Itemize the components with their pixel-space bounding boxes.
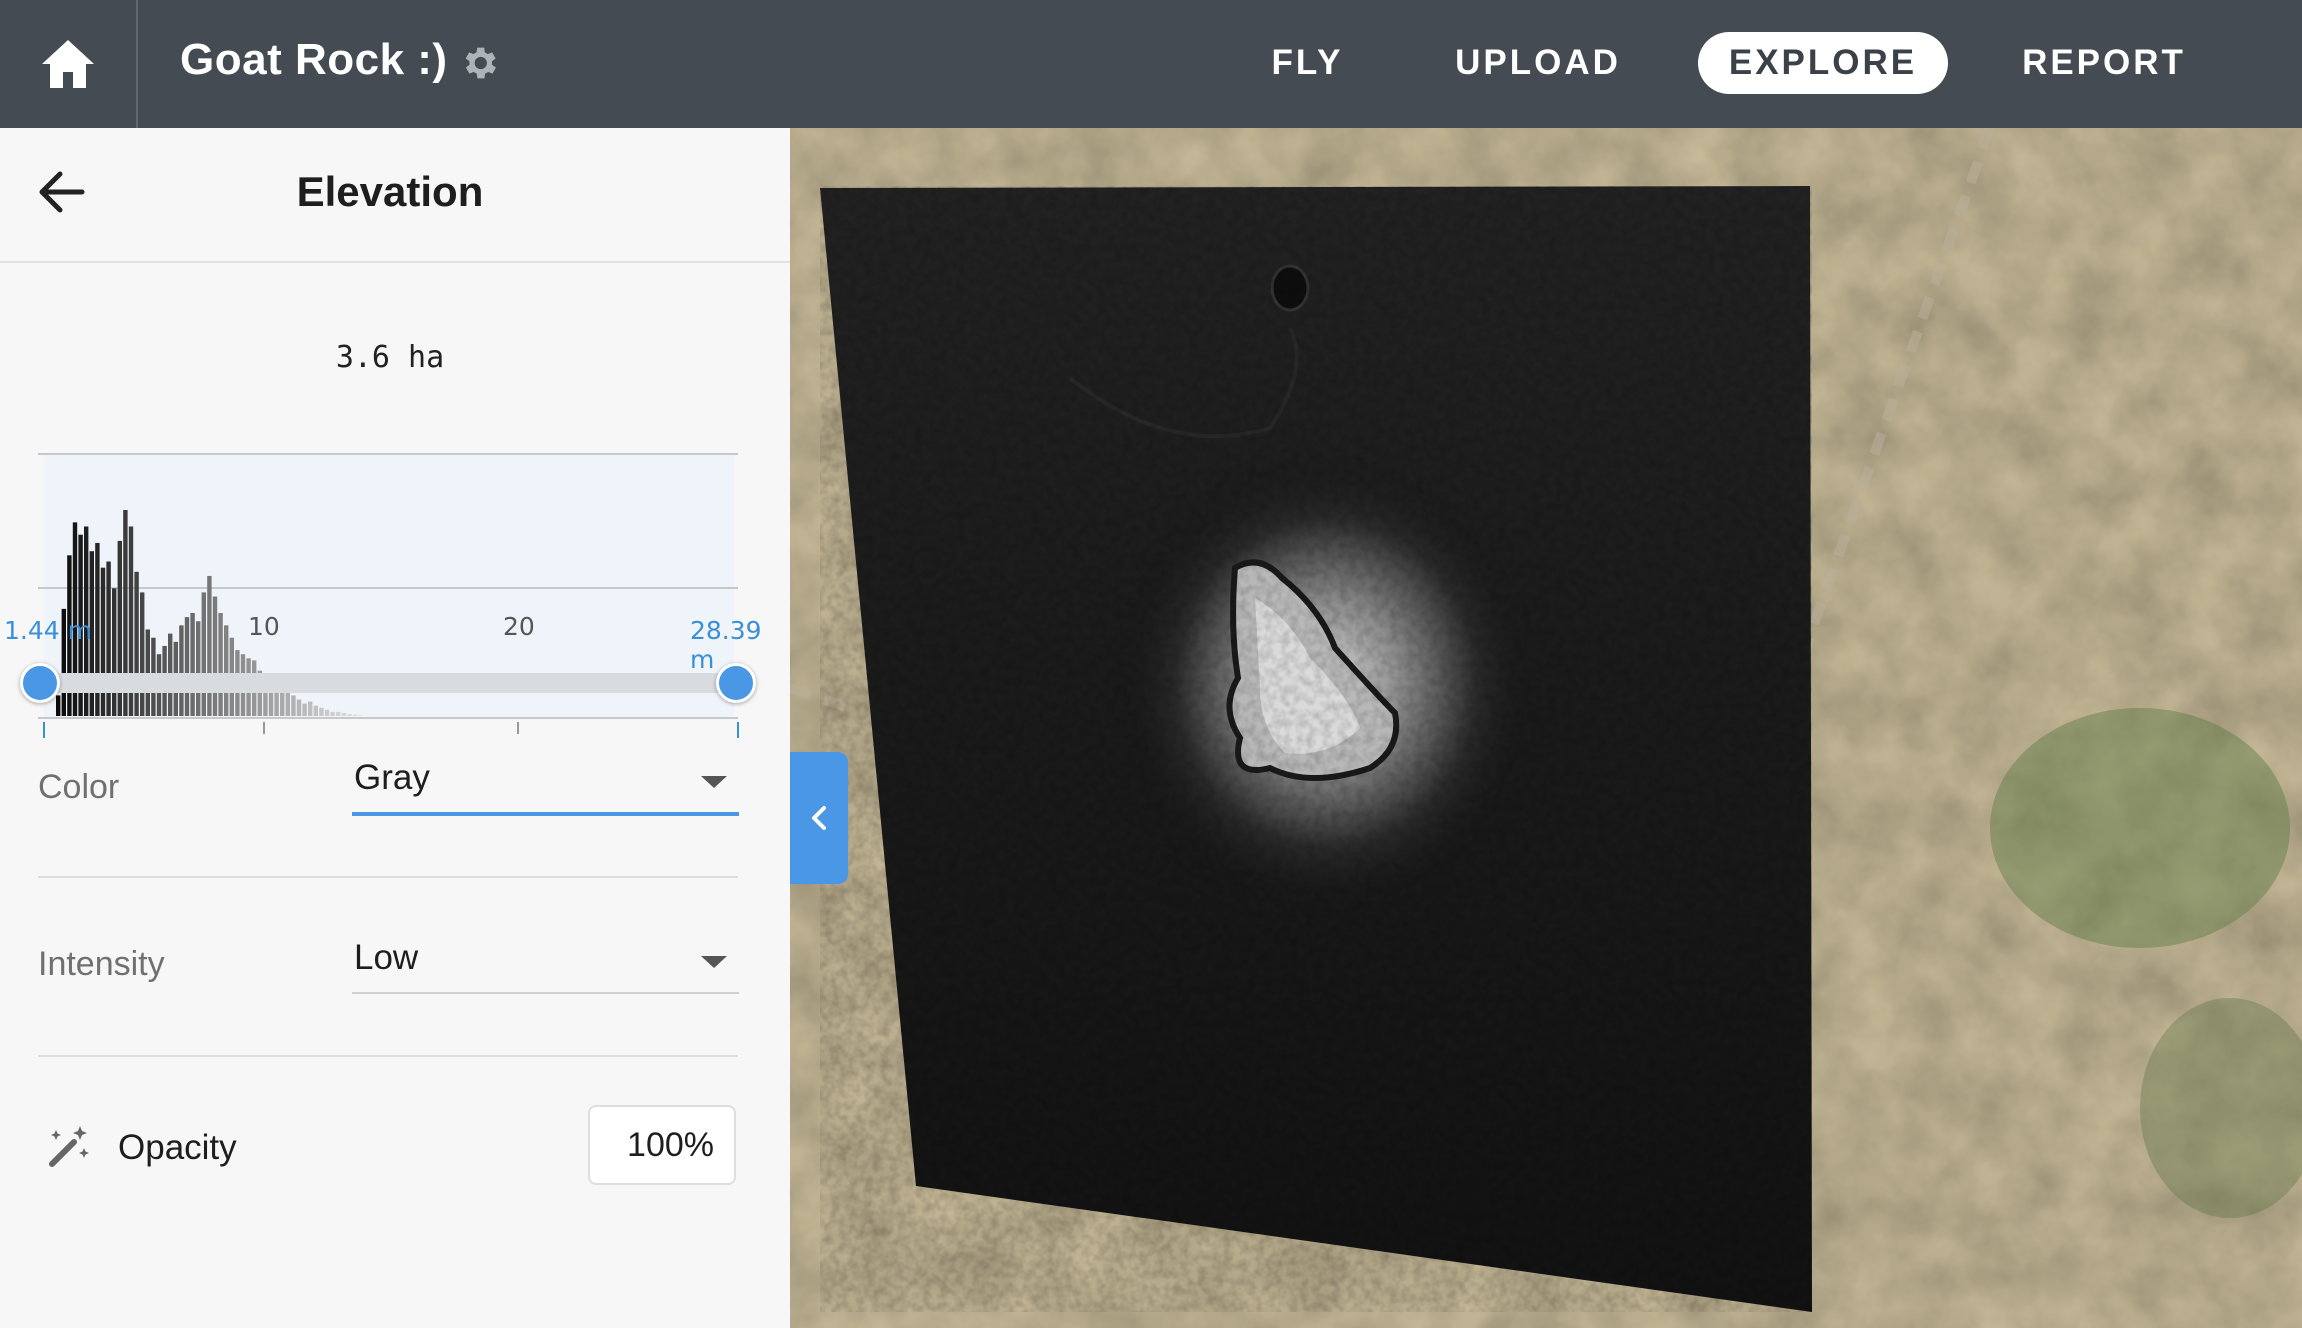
histogram-bar <box>313 705 318 716</box>
nav-explore[interactable]: EXPLORE <box>1698 32 1948 94</box>
histogram-bar <box>207 575 212 716</box>
opacity-input[interactable]: 100% <box>588 1105 736 1185</box>
home-button[interactable] <box>0 0 138 128</box>
elevation-panel: Elevation 3.6 ha 10 20 1.44 m 28.39 m Co… <box>0 128 790 1328</box>
gear-icon[interactable] <box>458 42 500 84</box>
top-bar: Goat Rock :) FLY UPLOAD EXPLORE REPORT <box>0 0 2302 128</box>
panel-title: Elevation <box>296 168 484 215</box>
histogram-bar <box>196 621 201 716</box>
color-select[interactable]: Gray <box>352 754 739 816</box>
histogram-bar <box>218 613 223 716</box>
collapse-panel-button[interactable] <box>790 752 848 884</box>
histogram-bar <box>358 714 363 716</box>
chevron-down-icon <box>701 776 727 788</box>
histogram-bar <box>201 592 206 716</box>
nav-report[interactable]: REPORT <box>2008 32 2200 94</box>
panel-header: Elevation <box>0 128 790 263</box>
histogram-bar <box>140 592 145 716</box>
histogram-bar <box>100 567 106 716</box>
divider <box>38 1055 738 1057</box>
opacity-label: Opacity <box>118 1128 237 1167</box>
chevron-down-icon <box>701 956 727 968</box>
vegetation-patch <box>1990 708 2290 948</box>
intensity-label: Intensity <box>38 945 165 983</box>
project-title: Goat Rock :) <box>180 35 448 84</box>
color-label: Color <box>38 768 120 806</box>
elevation-range-slider[interactable] <box>38 673 738 693</box>
nav-fly[interactable]: FLY <box>1240 32 1375 94</box>
nav-upload[interactable]: UPLOAD <box>1438 32 1638 94</box>
histogram-bar <box>319 707 324 716</box>
range-slider-min-handle[interactable] <box>20 663 60 703</box>
divider <box>38 876 738 878</box>
tick-label-10: 10 <box>248 612 280 641</box>
histogram-bar <box>302 703 307 716</box>
histogram-area-label: 3.6 ha <box>335 340 445 375</box>
range-min-label: 1.44 m <box>4 616 92 645</box>
histogram-bar <box>56 695 61 716</box>
histogram-bar <box>212 596 218 716</box>
map-canvas[interactable] <box>790 128 2302 1328</box>
tick-label-20: 20 <box>503 612 535 641</box>
intensity-select-value: Low <box>354 938 419 977</box>
histogram-bar <box>336 711 341 716</box>
histogram-bar <box>330 711 335 716</box>
histogram-bar <box>134 571 139 716</box>
histogram-bar <box>291 695 296 716</box>
histogram-bar <box>352 714 358 716</box>
home-icon <box>42 40 94 88</box>
magic-wand-icon <box>49 1126 89 1167</box>
intensity-select[interactable]: Low <box>352 934 739 994</box>
histogram-bar <box>324 709 330 716</box>
map-view[interactable] <box>790 128 2302 1328</box>
color-select-value: Gray <box>354 758 430 797</box>
histogram-bar <box>296 699 302 716</box>
chevron-left-icon <box>812 806 826 830</box>
histogram-bar <box>308 701 313 716</box>
histogram-bar <box>190 613 195 716</box>
histogram-bar <box>341 712 346 716</box>
histogram-bar <box>112 588 117 716</box>
histogram-bar <box>224 625 229 716</box>
histogram-bar <box>347 713 352 716</box>
range-slider-max-handle[interactable] <box>716 663 756 703</box>
elevation-overlay <box>820 186 1812 1312</box>
histogram-bar <box>179 625 184 716</box>
histogram-bar <box>184 617 190 716</box>
